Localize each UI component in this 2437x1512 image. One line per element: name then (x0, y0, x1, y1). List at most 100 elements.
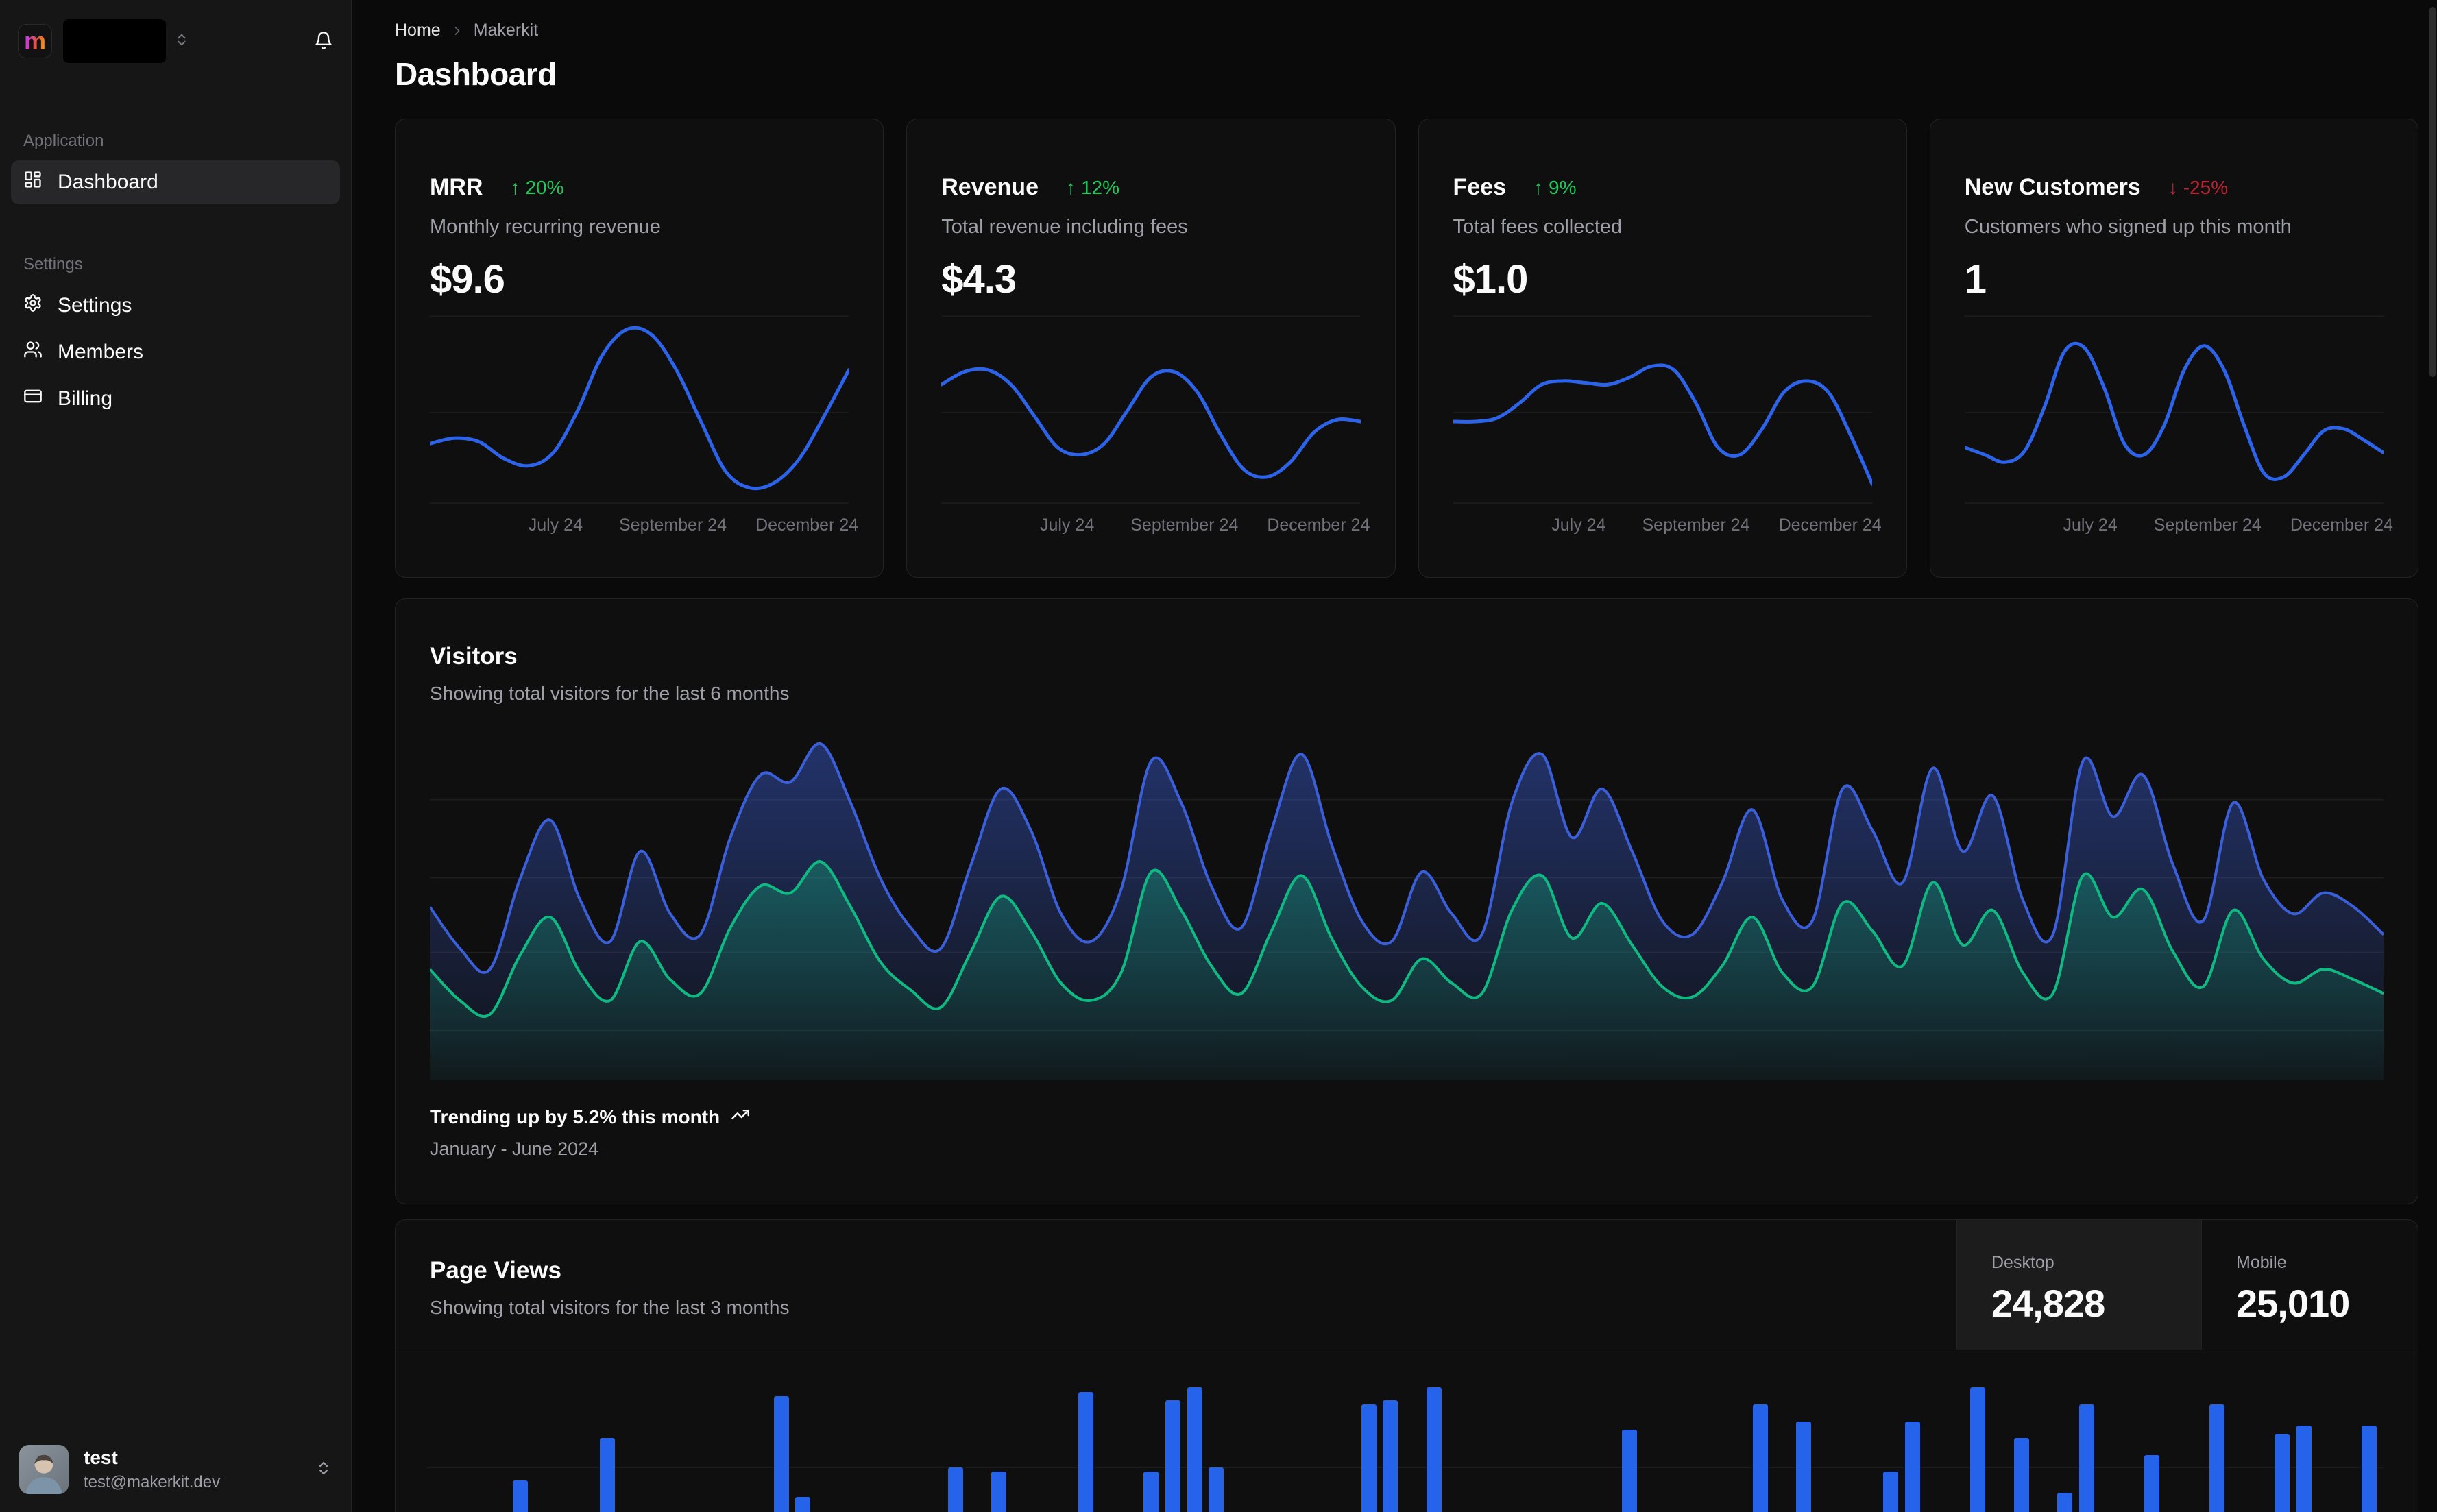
stat-delta: ↑ 9% (1533, 176, 1577, 198)
visitors-card: Visitors Showing total visitors for the … (395, 598, 2418, 1204)
x-axis-label: December 24 (2290, 515, 2393, 535)
user-meta: test test@makerkit.dev (84, 1447, 220, 1492)
x-axis-labels: July 24 September 24 December 24 (941, 515, 1370, 537)
arrow-up-icon: ↑ (1533, 176, 1543, 198)
bar (1622, 1429, 1638, 1512)
stat-value: 1 (1964, 257, 1987, 302)
bar (1883, 1472, 1899, 1512)
stats-grid: MRR ↑ 20% Monthly recurring revenue $9.6 … (395, 119, 2418, 578)
bar (1383, 1400, 1398, 1512)
bar (1970, 1387, 1986, 1512)
notifications-button[interactable] (314, 31, 333, 52)
main-content: Home Makerkit Dashboard MRR ↑ 20% Monthly… (352, 0, 2437, 1512)
sparkline-chart-new-customers (1964, 309, 2384, 504)
stat-title: MRR (430, 174, 483, 200)
x-axis-label: September 24 (1642, 515, 1750, 535)
stat-delta: ↓ -25% (2168, 176, 2229, 198)
user-name: test (84, 1447, 118, 1468)
x-axis-labels: July 24 September 24 December 24 (1453, 515, 1881, 537)
x-axis-label: July 24 (1040, 515, 1095, 535)
bar (1143, 1472, 1159, 1512)
stat-card-fees: Fees ↑ 9% Total fees collected $1.0 July … (1418, 119, 1907, 578)
x-axis-labels: July 24 September 24 December 24 (1965, 515, 2393, 537)
x-axis-label: December 24 (755, 515, 859, 535)
pageviews-bar-chart (426, 1375, 2384, 1512)
stat-block-mobile[interactable]: Mobile 25,010 (2201, 1220, 2418, 1350)
trending-up-icon (731, 1105, 750, 1129)
stat-card-mrr: MRR ↑ 20% Monthly recurring revenue $9.6 … (395, 119, 884, 578)
bar (773, 1395, 789, 1512)
bar (1752, 1404, 1768, 1512)
date-range: January - June 2024 (430, 1138, 599, 1159)
gear-icon (23, 293, 43, 318)
sidebar-item-billing[interactable]: Billing (11, 377, 340, 421)
stat-delta: ↑ 20% (510, 176, 564, 198)
stat-block-desktop[interactable]: Desktop 24,828 (1956, 1220, 2201, 1350)
sidebar-item-members[interactable]: Members (11, 330, 340, 374)
sidebar-item-label: Billing (58, 387, 113, 410)
sidebar-item-settings[interactable]: Settings (11, 284, 340, 328)
sidebar-section-settings: Settings (23, 255, 83, 273)
page-title: Dashboard (395, 56, 557, 92)
bar (2362, 1425, 2377, 1512)
bar (2013, 1438, 2029, 1512)
sidebar-item-dashboard[interactable]: Dashboard (11, 160, 340, 204)
bar (1078, 1391, 1093, 1512)
bar (947, 1467, 963, 1512)
x-axis-label: July 24 (528, 515, 583, 535)
sparkline-chart-revenue (941, 309, 1361, 504)
stat-card-new-customers: New Customers ↓ -25% Customers who signed… (1929, 119, 2418, 578)
bar (2144, 1454, 2159, 1512)
x-axis-label: July 24 (2063, 515, 2118, 535)
bar (1165, 1400, 1180, 1512)
sidebar-item-label: Settings (58, 294, 132, 317)
bar (2296, 1425, 2312, 1512)
stat-subtitle: Monthly recurring revenue (430, 216, 661, 238)
users-icon (23, 340, 43, 365)
block-value: 25,010 (2236, 1282, 2350, 1325)
x-axis-label: December 24 (1267, 515, 1370, 535)
visitors-subtitle: Showing total visitors for the last 6 mo… (430, 683, 790, 704)
breadcrumb-current: Makerkit (473, 21, 539, 40)
chevrons-up-down-icon (315, 1460, 332, 1480)
bar (991, 1472, 1007, 1512)
visitors-title: Visitors (430, 643, 518, 670)
sidebar-item-label: Members (58, 341, 144, 363)
stat-card-revenue: Revenue ↑ 12% Total revenue including fee… (906, 119, 1396, 578)
stat-value: $4.3 (941, 257, 1017, 302)
org-name-redacted (63, 19, 166, 63)
bar (1187, 1387, 1202, 1512)
x-axis-label: July 24 (1551, 515, 1606, 535)
scrollbar-thumb[interactable] (2429, 7, 2436, 377)
user-menu[interactable]: test test@makerkit.dev (11, 1441, 340, 1498)
avatar (19, 1445, 69, 1494)
trend-text: Trending up by 5.2% this month (430, 1106, 720, 1127)
bar (1361, 1404, 1377, 1512)
user-email: test@makerkit.dev (84, 1473, 221, 1491)
arrow-up-icon: ↑ (1065, 176, 1076, 198)
bell-icon (314, 31, 333, 52)
org-switcher[interactable]: m (11, 16, 340, 66)
bar (2078, 1404, 2094, 1512)
sidebar-item-label: Dashboard (58, 171, 158, 193)
breadcrumb-home-link[interactable]: Home (395, 21, 441, 40)
bar (599, 1438, 615, 1512)
x-axis-label: September 24 (1130, 515, 1239, 535)
bar (1426, 1387, 1442, 1512)
block-label: Desktop (1991, 1253, 2054, 1272)
stat-title: New Customers (1964, 174, 2141, 200)
arrow-down-icon: ↓ (2168, 176, 2178, 198)
arrow-up-icon: ↑ (510, 176, 520, 198)
bar (1796, 1421, 1812, 1512)
stat-delta: ↑ 12% (1065, 176, 1120, 198)
sidebar-section-application: Application (23, 132, 104, 150)
bar (795, 1497, 811, 1512)
stat-value: $1.0 (1453, 257, 1529, 302)
sparkline-chart-mrr (430, 309, 849, 504)
pageviews-title: Page Views (430, 1257, 561, 1284)
bar (2275, 1434, 2290, 1512)
stat-title: Fees (1453, 174, 1507, 200)
stat-title: Revenue (941, 174, 1039, 200)
bar (2057, 1493, 2072, 1512)
bar (512, 1480, 528, 1512)
